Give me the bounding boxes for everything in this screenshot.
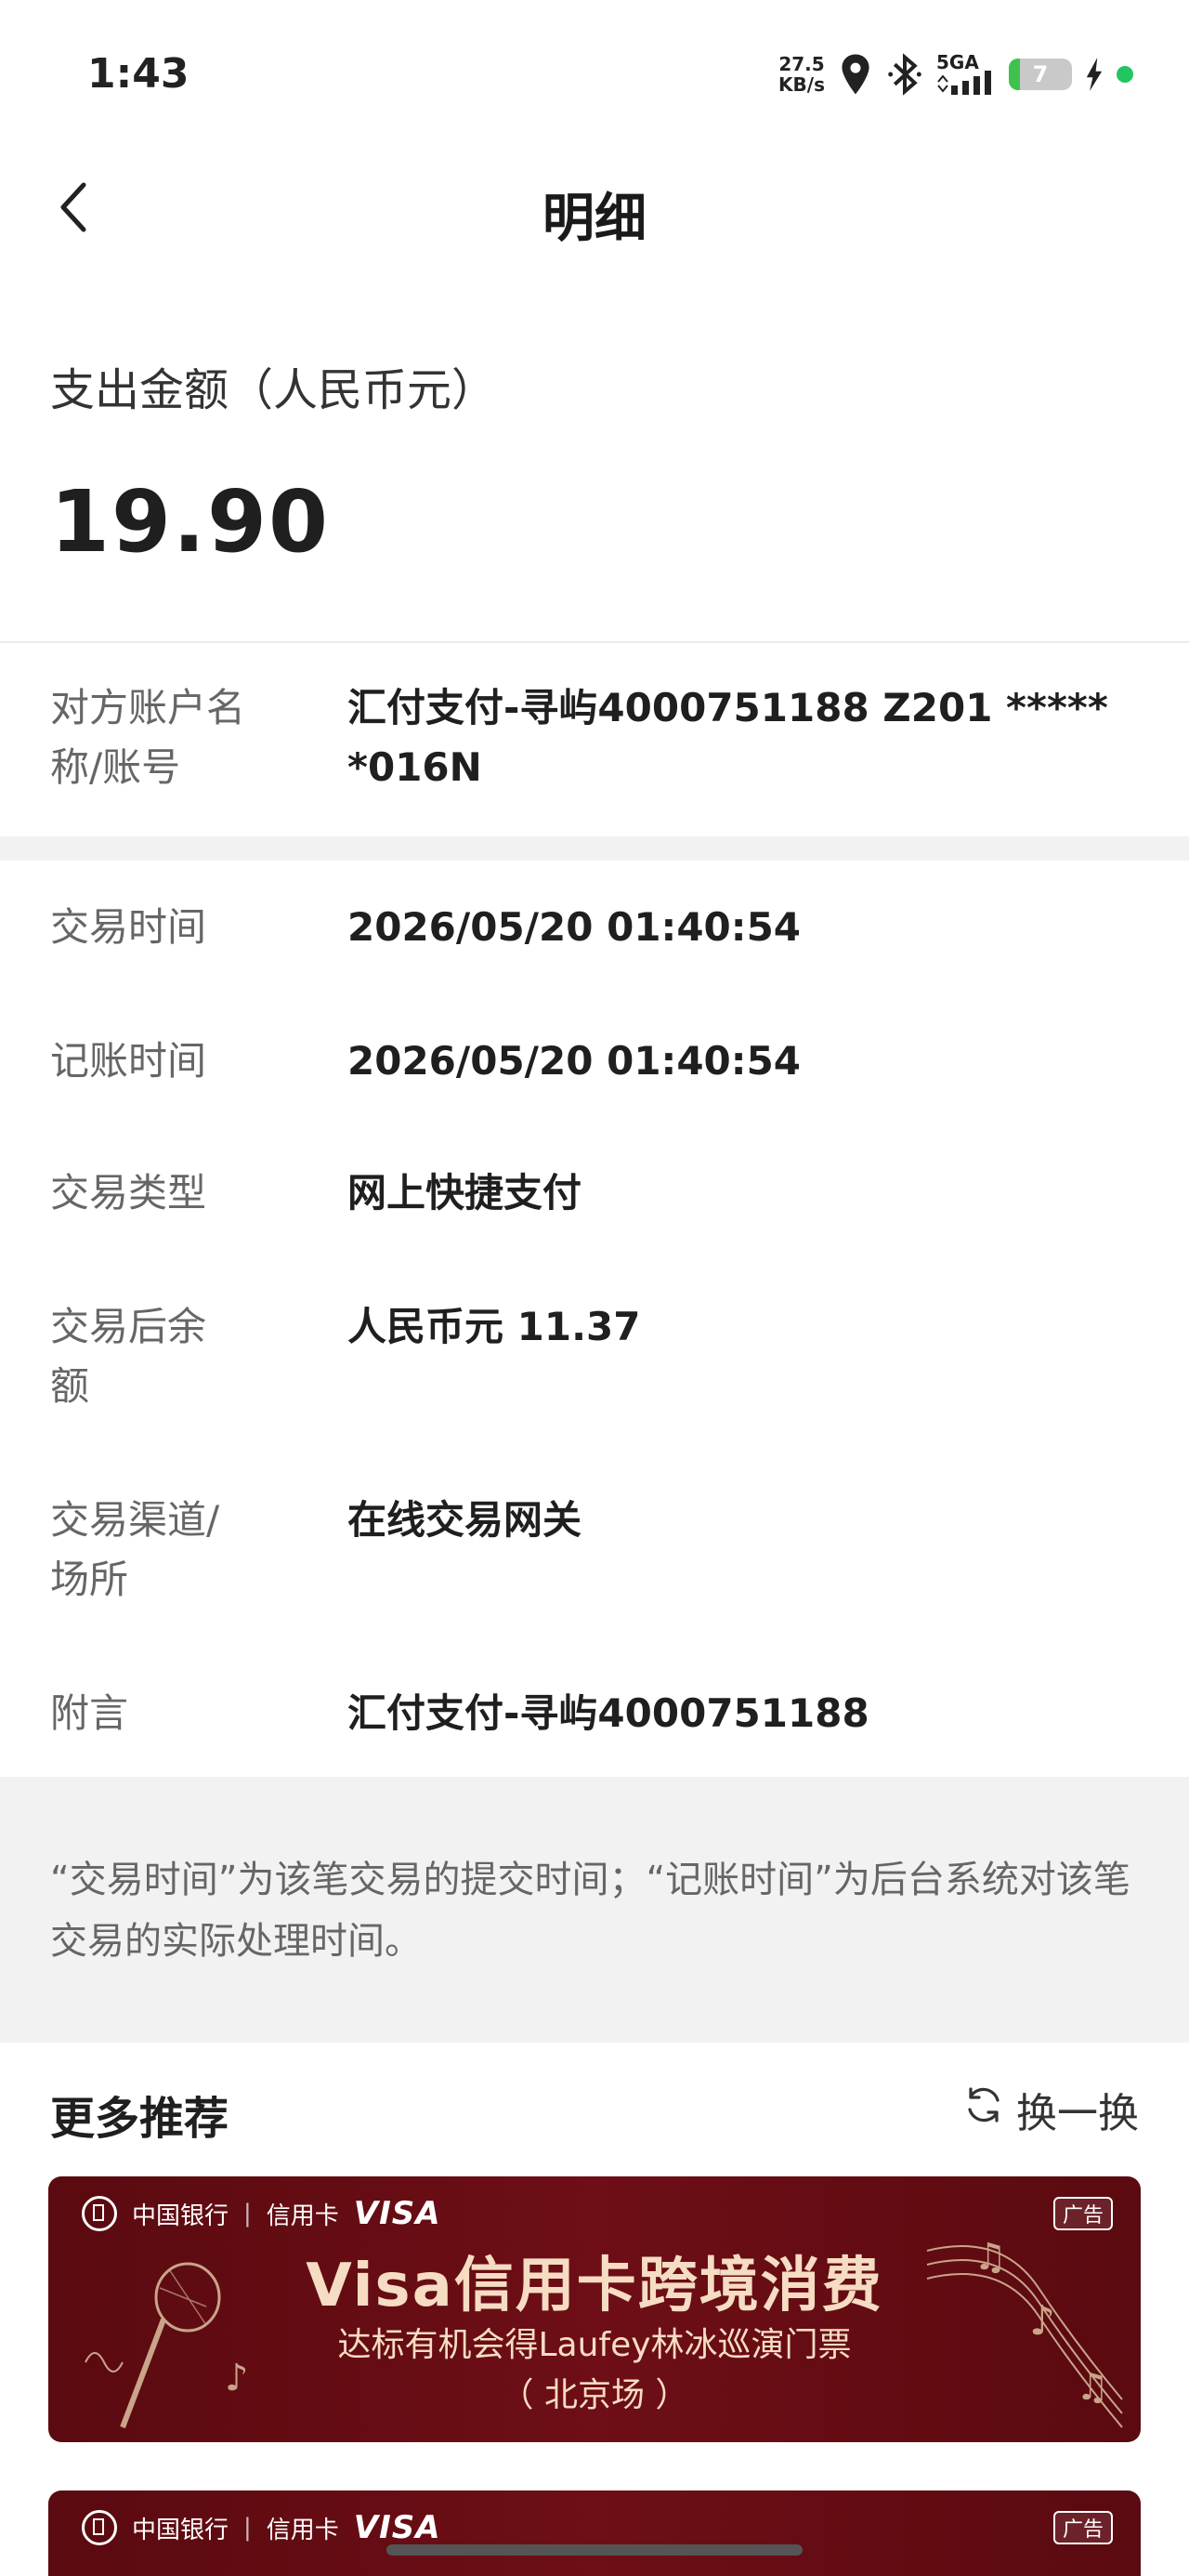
top-app-bar: 明细	[0, 139, 1189, 279]
refresh-icon	[962, 2083, 1005, 2136]
detail-label: 附言	[50, 1690, 129, 1736]
promo-banner[interactable]: ♪ ♫ ♪ ♫ 中国银行 | 信用卡 VISA 广告 Visa信用卡跨境消费 达…	[48, 2176, 1141, 2442]
detail-value: 在线交易网关	[347, 1497, 582, 1543]
signal-icon: 5GA	[936, 51, 996, 95]
card-label: 信用卡	[266, 2201, 339, 2230]
detail-value: 汇付支付-寻屿4000751188	[347, 1690, 869, 1736]
status-icons: 27.5 KB/s 5GA 7	[778, 46, 1133, 102]
refresh-button[interactable]: 换一换	[962, 2080, 1139, 2139]
net-speed-unit: KB/s	[778, 73, 825, 96]
transaction-detail-page: 1:43 27.5 KB/s 5GA 7 明细 支出金额（人民币元） 19.90…	[0, 0, 1189, 2576]
detail-value: 人民币元 11.37	[347, 1304, 641, 1349]
home-indicator[interactable]	[386, 2544, 803, 2556]
bank-name: 中国银行	[132, 2201, 229, 2230]
bank-logo-icon	[82, 2196, 117, 2231]
refresh-label: 换一换	[1016, 2090, 1139, 2137]
banner-brand-row: 中国银行 | 信用卡 VISA	[82, 2195, 441, 2232]
location-icon	[838, 53, 873, 96]
status-time: 1:43	[87, 50, 189, 98]
counterparty-value: 汇付支付-寻屿4000751188 Z201 ******016N	[347, 685, 1108, 790]
net-speed-value: 27.5	[778, 53, 825, 75]
network-type: 5GA	[936, 51, 979, 73]
detail-label: 交易后余额	[50, 1304, 207, 1409]
status-bar: 1:43 27.5 KB/s 5GA 7	[0, 0, 1189, 139]
banner-headline: Visa信用卡跨境消费	[306, 2252, 883, 2320]
detail-value: 2026/05/20 01:40:54	[347, 904, 802, 950]
banner-brand-row: 中国银行 | 信用卡 VISA	[82, 2509, 441, 2546]
recommendations-title: 更多推荐	[50, 2093, 229, 2145]
battery-level: 7	[1032, 61, 1049, 87]
bluetooth-icon	[886, 53, 923, 96]
net-speed: 27.5 KB/s	[778, 54, 825, 95]
detail-label: 交易时间	[50, 904, 207, 950]
visa-logo: VISA	[353, 2509, 441, 2546]
ad-tag: 广告	[1052, 2511, 1113, 2544]
counterparty-row: 对方账户名称/账号 汇付支付-寻屿4000751188 Z201 ******0…	[0, 678, 1189, 808]
detail-value: 2026/05/20 01:40:54	[347, 1038, 802, 1084]
battery-indicator: 7	[1009, 59, 1072, 90]
counterparty-label: 对方账户名称/账号	[50, 685, 246, 790]
privacy-indicator-dot	[1117, 66, 1133, 83]
amount-value: 19.90	[50, 472, 331, 572]
bank-logo-icon	[82, 2510, 117, 2545]
amount-label: 支出金额（人民币元）	[50, 364, 497, 416]
banner-city: （ 北京场 ）	[500, 2376, 689, 2414]
detail-label: 交易渠道/场所	[50, 1497, 220, 1602]
card-label: 信用卡	[266, 2516, 339, 2544]
visa-logo: VISA	[353, 2195, 441, 2232]
detail-value: 网上快捷支付	[347, 1170, 582, 1216]
time-explanation-note: “交易时间”为该笔交易的提交时间；“记账时间”为后台系统对该笔交易的实际处理时间…	[50, 1859, 1130, 1963]
detail-label: 记账时间	[50, 1038, 207, 1084]
ad-tag: 广告	[1052, 2197, 1113, 2230]
charging-icon	[1085, 58, 1104, 91]
promo-banner[interactable]: 中国银行 | 信用卡 VISA 广告	[48, 2491, 1141, 2576]
divider	[0, 641, 1189, 643]
bank-name: 中国银行	[132, 2516, 229, 2544]
page-title: 明细	[542, 189, 647, 249]
banner-subline: 达标有机会得Laufey林冰巡演门票	[337, 2326, 852, 2364]
section-separator	[0, 836, 1189, 861]
detail-label: 交易类型	[50, 1170, 207, 1216]
